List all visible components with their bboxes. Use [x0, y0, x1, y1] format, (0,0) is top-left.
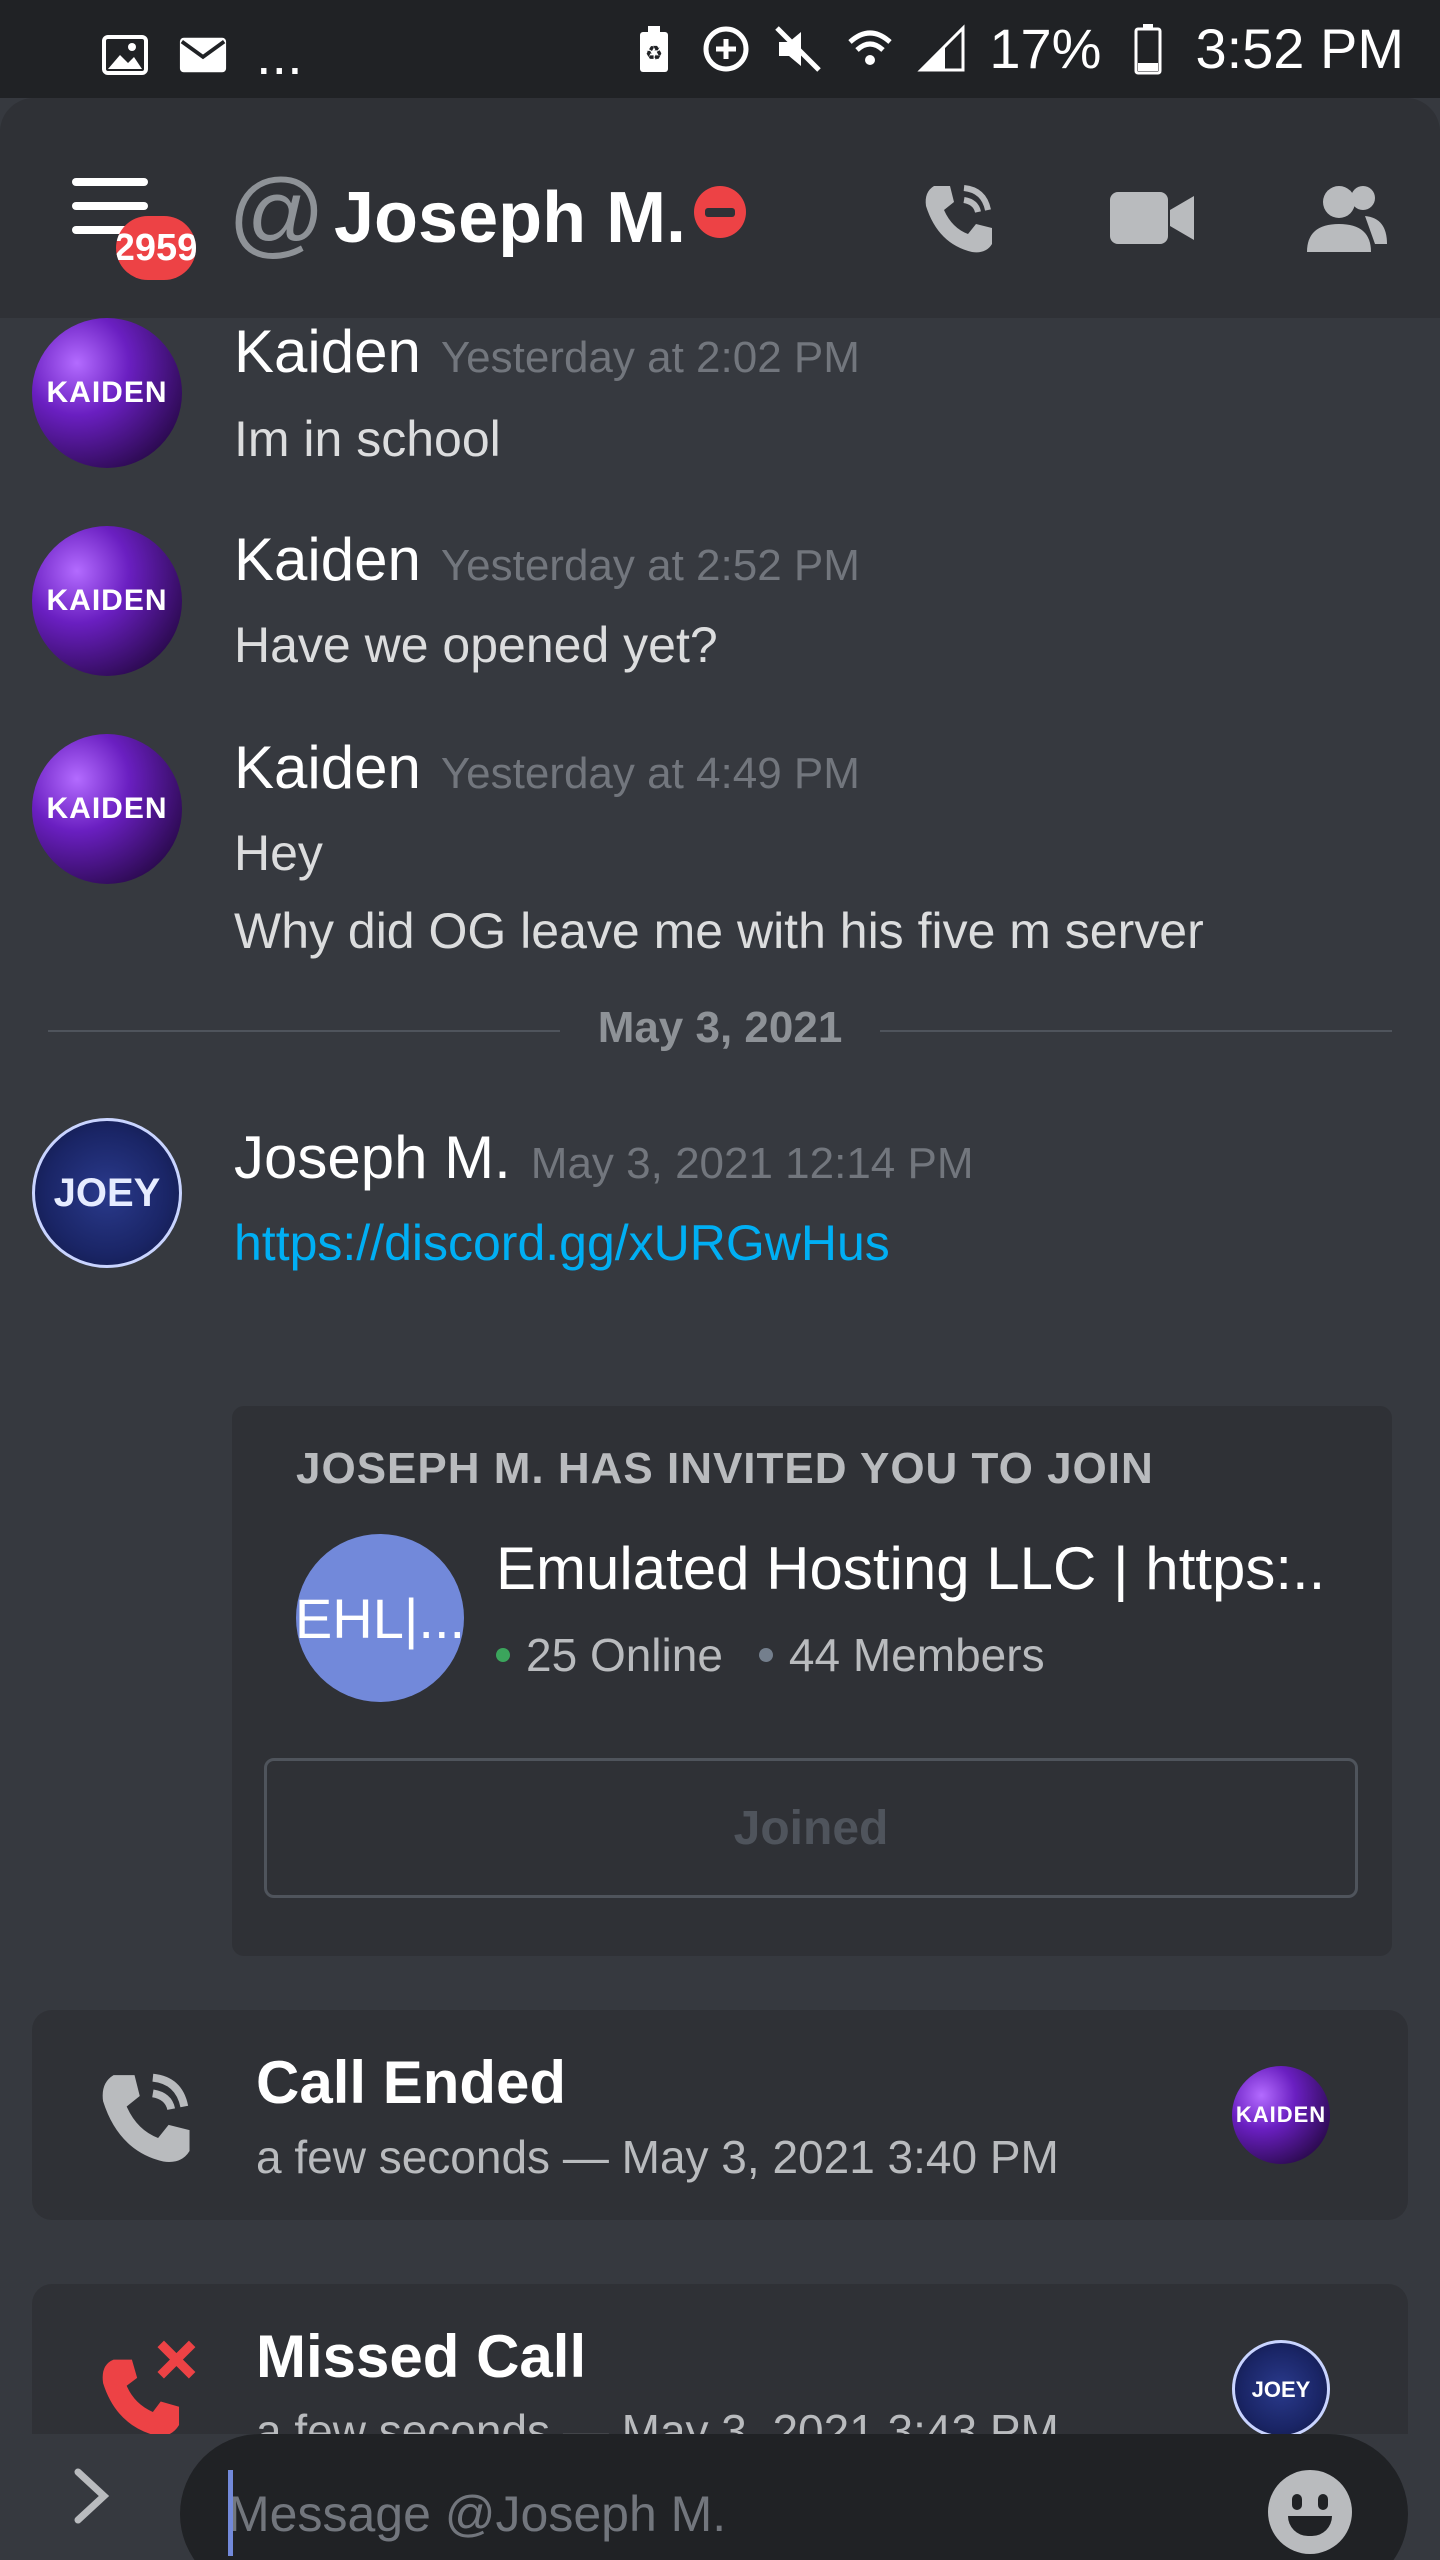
status-bar-notifications: ...	[100, 20, 303, 90]
channel-title: Joseph M.	[334, 178, 687, 258]
date-divider-label: May 3, 2021	[560, 998, 880, 1058]
message-text: Why did OG leave me with his five m serv…	[234, 903, 1204, 959]
image-icon	[100, 30, 150, 80]
avatar[interactable]: KAIDEN	[32, 734, 182, 884]
people-icon	[1307, 186, 1387, 252]
do-not-disturb-status-icon	[694, 186, 746, 238]
message-list[interactable]: KAIDEN Kaiden Yesterday at 2:02 PM Im in …	[0, 318, 1440, 2434]
phone-icon	[90, 2062, 200, 2172]
message-text: Have we opened yet?	[234, 617, 718, 673]
more-notifications-indicator: ...	[256, 23, 303, 86]
avatar[interactable]: JOEY	[32, 1118, 182, 1268]
channel-header: 2959 @ Joseph M.	[0, 98, 1440, 318]
avatar-text: JOEY	[53, 1171, 161, 1215]
battery-percent: 17%	[989, 17, 1102, 80]
emoji-icon-mouth	[1288, 2516, 1332, 2536]
text-caret	[228, 2470, 233, 2556]
wifi-icon	[845, 24, 895, 74]
message-author[interactable]: Kaiden Yesterday at 4:49 PM	[234, 728, 860, 814]
avatar-text: KAIDEN	[46, 584, 168, 617]
online-dot-icon	[496, 1648, 510, 1662]
call-ended-card[interactable]: Call Ended a few seconds — May 3, 2021 3…	[32, 2010, 1408, 2220]
author-name[interactable]: Joseph M.	[234, 1124, 511, 1191]
emoji-icon	[1292, 2494, 1302, 2510]
call-title: Missed Call	[256, 2323, 587, 2390]
members-button[interactable]	[1296, 168, 1396, 268]
avatar[interactable]: KAIDEN	[32, 526, 182, 676]
message-timestamp: Yesterday at 2:52 PM	[440, 541, 860, 590]
at-icon: @	[228, 160, 326, 267]
video-camera-icon	[1110, 192, 1194, 244]
menu-icon	[72, 178, 148, 186]
server-name: Emulated Hosting LLC | https:..	[496, 1535, 1326, 1602]
chevron-right-icon[interactable]	[70, 2462, 114, 2542]
call-subtitle: a few seconds — May 3, 2021 3:40 PM	[256, 2131, 1059, 2183]
author-name[interactable]: Kaiden	[234, 318, 421, 385]
message-input[interactable]	[180, 2434, 1408, 2560]
message-timestamp: Yesterday at 4:49 PM	[440, 749, 860, 798]
message-text: Hey	[234, 825, 323, 881]
signal-icon	[917, 24, 967, 74]
message-timestamp: May 3, 2021 12:14 PM	[530, 1139, 974, 1188]
avatar-text: KAIDEN	[1235, 2102, 1327, 2127]
call-subtitle: a few seconds — May 3, 2021 3:43 PM	[256, 2405, 1059, 2434]
data-saver-icon	[701, 24, 751, 74]
app-window: 2959 @ Joseph M. KAIDEN Kaiden Yesterday…	[0, 98, 1440, 2560]
voice-call-button[interactable]	[908, 168, 1008, 268]
message-author[interactable]: Kaiden Yesterday at 2:02 PM	[234, 318, 860, 398]
avatar-text: JOEY	[1251, 2377, 1311, 2402]
notification-badge: 2959	[116, 216, 196, 280]
members-dot-icon	[758, 1648, 773, 1662]
message-author[interactable]: Joseph M. May 3, 2021 12:14 PM	[234, 1118, 974, 1204]
message-timestamp: Yesterday at 2:02 PM	[440, 333, 860, 382]
online-count: 25 Online	[526, 1629, 723, 1681]
status-bar: ... ♻ 17% 3:52 PM	[0, 0, 1440, 98]
video-call-button[interactable]	[1102, 168, 1202, 268]
clock: 3:52 PM	[1195, 17, 1404, 80]
battery-icon	[1123, 24, 1173, 75]
status-bar-system: ♻ 17% 3:52 PM	[629, 14, 1404, 84]
member-count: 44 Members	[788, 1629, 1045, 1681]
emoji-icon-eye	[1318, 2494, 1328, 2510]
battery-saver-icon: ♻	[629, 24, 679, 74]
missed-call-icon	[90, 2336, 200, 2434]
message-composer	[0, 2434, 1440, 2560]
phone-icon	[925, 185, 992, 253]
missed-call-card[interactable]: Missed Call a few seconds — May 3, 2021 …	[32, 2284, 1408, 2434]
server-icon[interactable]: EHL|...	[295, 1534, 465, 1702]
author-name[interactable]: Kaiden	[234, 734, 421, 801]
server-invite-embed: JOSEPH M. HAS INVITED YOU TO JOIN EHL|..…	[232, 1406, 1392, 1956]
call-title: Call Ended	[256, 2049, 567, 2116]
svg-text:♻: ♻	[645, 43, 663, 65]
menu-icon-bar	[72, 202, 148, 210]
mail-icon	[178, 30, 228, 80]
participant-avatar[interactable]: JOEY	[1232, 2340, 1330, 2434]
participant-avatar[interactable]: KAIDEN	[1232, 2066, 1330, 2164]
invite-heading: JOSEPH M. HAS INVITED YOU TO JOIN	[296, 1444, 1154, 1493]
invite-link[interactable]: https://discord.gg/xURGwHus	[234, 1204, 890, 1282]
avatar-text: KAIDEN	[46, 792, 168, 825]
message-author[interactable]: Kaiden Yesterday at 2:52 PM	[234, 520, 860, 606]
mute-icon	[773, 24, 823, 74]
emoji-button[interactable]	[1268, 2470, 1352, 2554]
joined-button[interactable]: Joined	[264, 1758, 1358, 1898]
server-stats: 25 Online 44 Members	[496, 1628, 1045, 1682]
author-name[interactable]: Kaiden	[234, 526, 421, 593]
message-text: Im in school	[234, 411, 501, 467]
avatar[interactable]: KAIDEN	[32, 318, 182, 468]
avatar-text: KAIDEN	[46, 376, 168, 409]
